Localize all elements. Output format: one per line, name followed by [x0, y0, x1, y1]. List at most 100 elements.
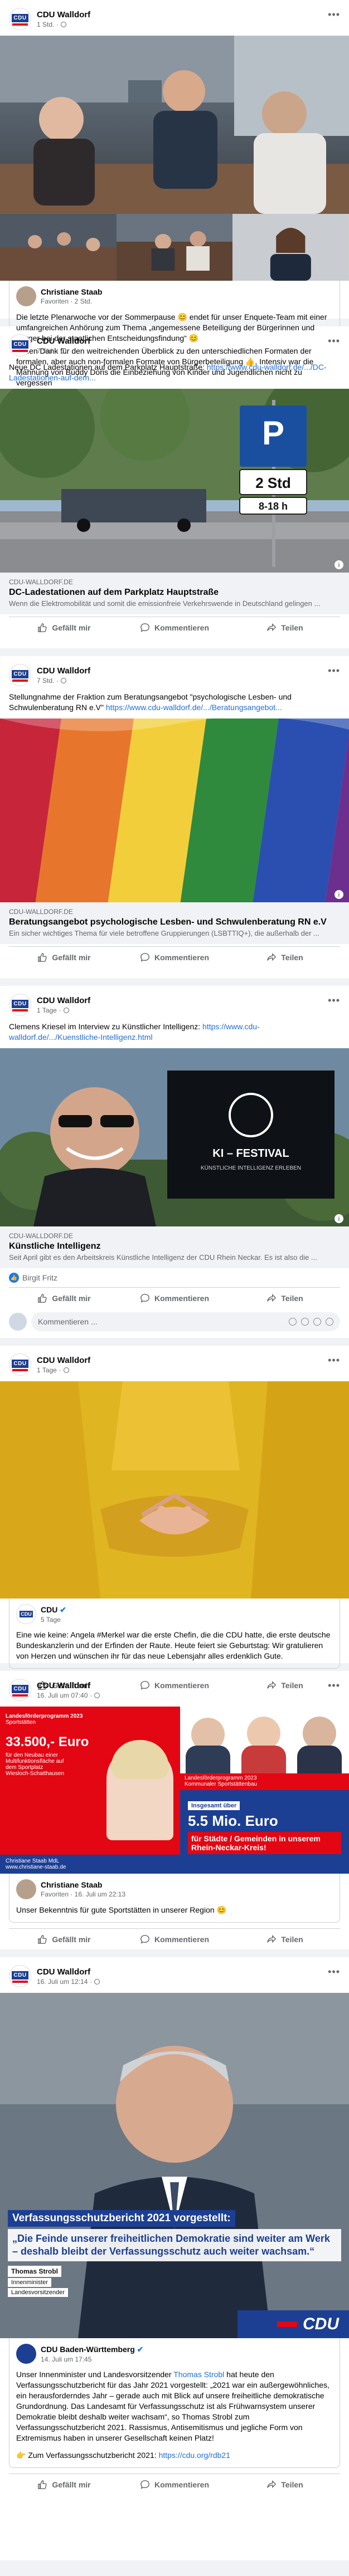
- comment-button[interactable]: Kommentieren: [119, 1288, 230, 1309]
- page-avatar[interactable]: CDU: [9, 1679, 31, 1701]
- thumbs-up-icon: [38, 953, 47, 962]
- gif-icon[interactable]: [313, 1318, 321, 1326]
- more-options-icon[interactable]: •••: [328, 1680, 340, 1692]
- author-name[interactable]: CDU Baden-Württemberg ✔: [41, 2345, 143, 2354]
- overlay-role: Landesvorsitzender: [8, 2288, 69, 2297]
- share-button[interactable]: Teilen: [230, 1288, 340, 1309]
- shared-post[interactable]: Christiane Staab Favoriten · 16. Juli um…: [9, 1874, 340, 1923]
- reactions-summary[interactable]: 👍 Birgit Fritz: [0, 1268, 349, 1287]
- sticker-icon[interactable]: [326, 1318, 333, 1326]
- link-preview-caption[interactable]: CDU-WALLDORF.DE Künstliche Intelligenz S…: [0, 1226, 349, 1268]
- author-name[interactable]: Christiane Staab: [41, 287, 102, 296]
- emoji-icon[interactable]: [289, 1318, 297, 1326]
- mention-link[interactable]: Thomas Strobl: [173, 2370, 224, 2379]
- link-preview-image[interactable]: i: [0, 718, 349, 902]
- svg-text:i: i: [338, 892, 340, 898]
- post-time[interactable]: 16. Juli um 12:14: [37, 1978, 88, 1986]
- page-avatar[interactable]: CDU: [9, 8, 31, 30]
- grid-photo[interactable]: [116, 214, 233, 281]
- svg-text:KÜNSTLICHE INTELLIGENZ ERLEBEN: KÜNSTLICHE INTELLIGENZ ERLEBEN: [201, 1165, 301, 1171]
- page-avatar[interactable]: CDU: [9, 334, 31, 356]
- more-options-icon[interactable]: •••: [328, 335, 340, 347]
- page-name[interactable]: CDU Walldorf: [37, 666, 90, 676]
- like-button[interactable]: Gefällt mir: [9, 1929, 119, 1950]
- shared-post[interactable]: CDU CDU ✔ 5 Tage Eine wie keine: Angela …: [9, 1599, 340, 1669]
- post-time[interactable]: 7 Std.: [37, 677, 54, 685]
- author-name[interactable]: Christiane Staab: [41, 1880, 125, 1889]
- shared-post[interactable]: CDU Baden-Württemberg ✔ 14. Juli um 17:4…: [9, 2338, 340, 2468]
- link-description: Ein sicher wichtiges Thema für viele bet…: [9, 929, 319, 937]
- thumbs-up-icon: [38, 2480, 47, 2489]
- more-options-icon[interactable]: •••: [328, 9, 340, 21]
- more-options-icon[interactable]: •••: [328, 995, 340, 1006]
- link-preview-image[interactable]: KI – FESTIVAL KÜNSTLICHE INTELLIGENZ ERL…: [0, 1048, 349, 1226]
- comment-icon: [140, 953, 149, 962]
- author-name[interactable]: CDU ✔: [41, 1605, 66, 1615]
- grid-photo[interactable]: [232, 214, 349, 281]
- page-avatar[interactable]: CDU: [9, 664, 31, 686]
- author-avatar[interactable]: CDU: [16, 1604, 36, 1624]
- like-button[interactable]: Gefällt mir: [9, 2474, 119, 2495]
- grid-photo[interactable]: Landesförderprogramm 2023 Sportstätten 3…: [0, 1707, 180, 1874]
- page-name[interactable]: CDU Walldorf: [37, 996, 90, 1005]
- post-time[interactable]: 16. Juli um 07:40: [37, 1692, 88, 1699]
- globe-icon: [61, 677, 67, 683]
- link-preview-image[interactable]: P 2 Std 8-18 h i: [0, 389, 349, 573]
- link-description: Wenn die Elektromobilität und somit die …: [9, 599, 321, 608]
- comment-button[interactable]: Kommentieren: [119, 947, 230, 968]
- more-options-icon[interactable]: •••: [328, 665, 340, 677]
- author-avatar[interactable]: [16, 1879, 36, 1899]
- news-feed: CDU CDU Walldorf 1 Std. · ••• Christiane…: [0, 0, 349, 2560]
- post-header: CDU CDU Walldorf 16. Juli um 12:14 · •••: [0, 1957, 349, 1993]
- like-button[interactable]: Gefällt mir: [9, 617, 119, 638]
- share-button[interactable]: Teilen: [230, 2474, 340, 2495]
- cdu-logo-icon: CDU: [12, 1000, 28, 1008]
- comment-input[interactable]: Kommentieren ...: [31, 1312, 340, 1331]
- share-button[interactable]: Teilen: [230, 617, 340, 638]
- link-preview-caption[interactable]: CDU-WALLDORF.DE Beratungsangebot psychol…: [0, 902, 349, 944]
- page-avatar[interactable]: CDU: [9, 1965, 31, 1987]
- post-time[interactable]: 1 Tage: [37, 1366, 57, 1374]
- post-time[interactable]: 7 Std.: [37, 347, 54, 355]
- like-button[interactable]: Gefällt mir: [9, 947, 119, 968]
- post: CDU CDU Walldorf 7 Std. · ••• Stellungnah…: [0, 656, 349, 978]
- share-icon: [267, 623, 277, 632]
- share-button[interactable]: Teilen: [230, 1929, 340, 1950]
- shared-post-meta: Favoriten · 16. Juli um 22:13: [41, 1890, 126, 1898]
- page-avatar[interactable]: CDU: [9, 994, 31, 1016]
- comment-button[interactable]: Kommentieren: [119, 617, 230, 638]
- post-time[interactable]: 1 Tage: [37, 1006, 57, 1014]
- post-photo-grid: [0, 214, 349, 281]
- grid-photo[interactable]: [0, 214, 117, 281]
- page-name[interactable]: CDU Walldorf: [37, 1356, 90, 1365]
- page-name[interactable]: CDU Walldorf: [37, 1681, 100, 1690]
- comment-button[interactable]: Kommentieren: [119, 1929, 230, 1950]
- page-name[interactable]: CDU Walldorf: [37, 336, 90, 346]
- more-options-icon[interactable]: •••: [328, 1966, 340, 1978]
- post-photo-main[interactable]: [0, 1381, 349, 1599]
- link-preview-caption[interactable]: CDU-WALLDORF.DE DC-Ladestationen auf dem…: [0, 573, 349, 614]
- post-link[interactable]: https://www.cdu-walldorf.de/.../Beratung…: [106, 703, 282, 712]
- more-options-icon[interactable]: •••: [328, 1355, 340, 1366]
- share-button[interactable]: Teilen: [230, 947, 340, 968]
- post-photo-main[interactable]: [0, 36, 349, 214]
- page-name[interactable]: CDU Walldorf: [37, 1967, 100, 1977]
- page-avatar[interactable]: CDU: [9, 1353, 31, 1376]
- verified-icon: ✔: [137, 2344, 144, 2354]
- like-button[interactable]: Gefällt mir: [9, 1288, 119, 1309]
- author-avatar[interactable]: [16, 286, 36, 306]
- svg-text:i: i: [338, 1216, 340, 1223]
- post: CDU CDU Walldorf 1 Std. · ••• Christiane…: [0, 0, 349, 417]
- camera-icon[interactable]: [301, 1318, 309, 1326]
- globe-icon: [63, 1007, 69, 1013]
- comment-button[interactable]: Kommentieren: [119, 2474, 230, 2495]
- author-avatar[interactable]: [16, 2344, 36, 2364]
- post-photo-main[interactable]: Verfassungsschutzbericht 2021 vorgestell…: [0, 1993, 349, 2338]
- comment-icon: [140, 623, 149, 632]
- report-link[interactable]: https://cdu.org/rdb21: [159, 2451, 230, 2460]
- page-name[interactable]: CDU Walldorf: [37, 10, 90, 19]
- overlay-role: Innenminister: [8, 2278, 52, 2287]
- globe-icon: [61, 21, 67, 27]
- grid-photo[interactable]: Landesförderprogramm 2023 Kommunaler Spor…: [180, 1707, 349, 1874]
- post-time[interactable]: 1 Std.: [37, 21, 54, 28]
